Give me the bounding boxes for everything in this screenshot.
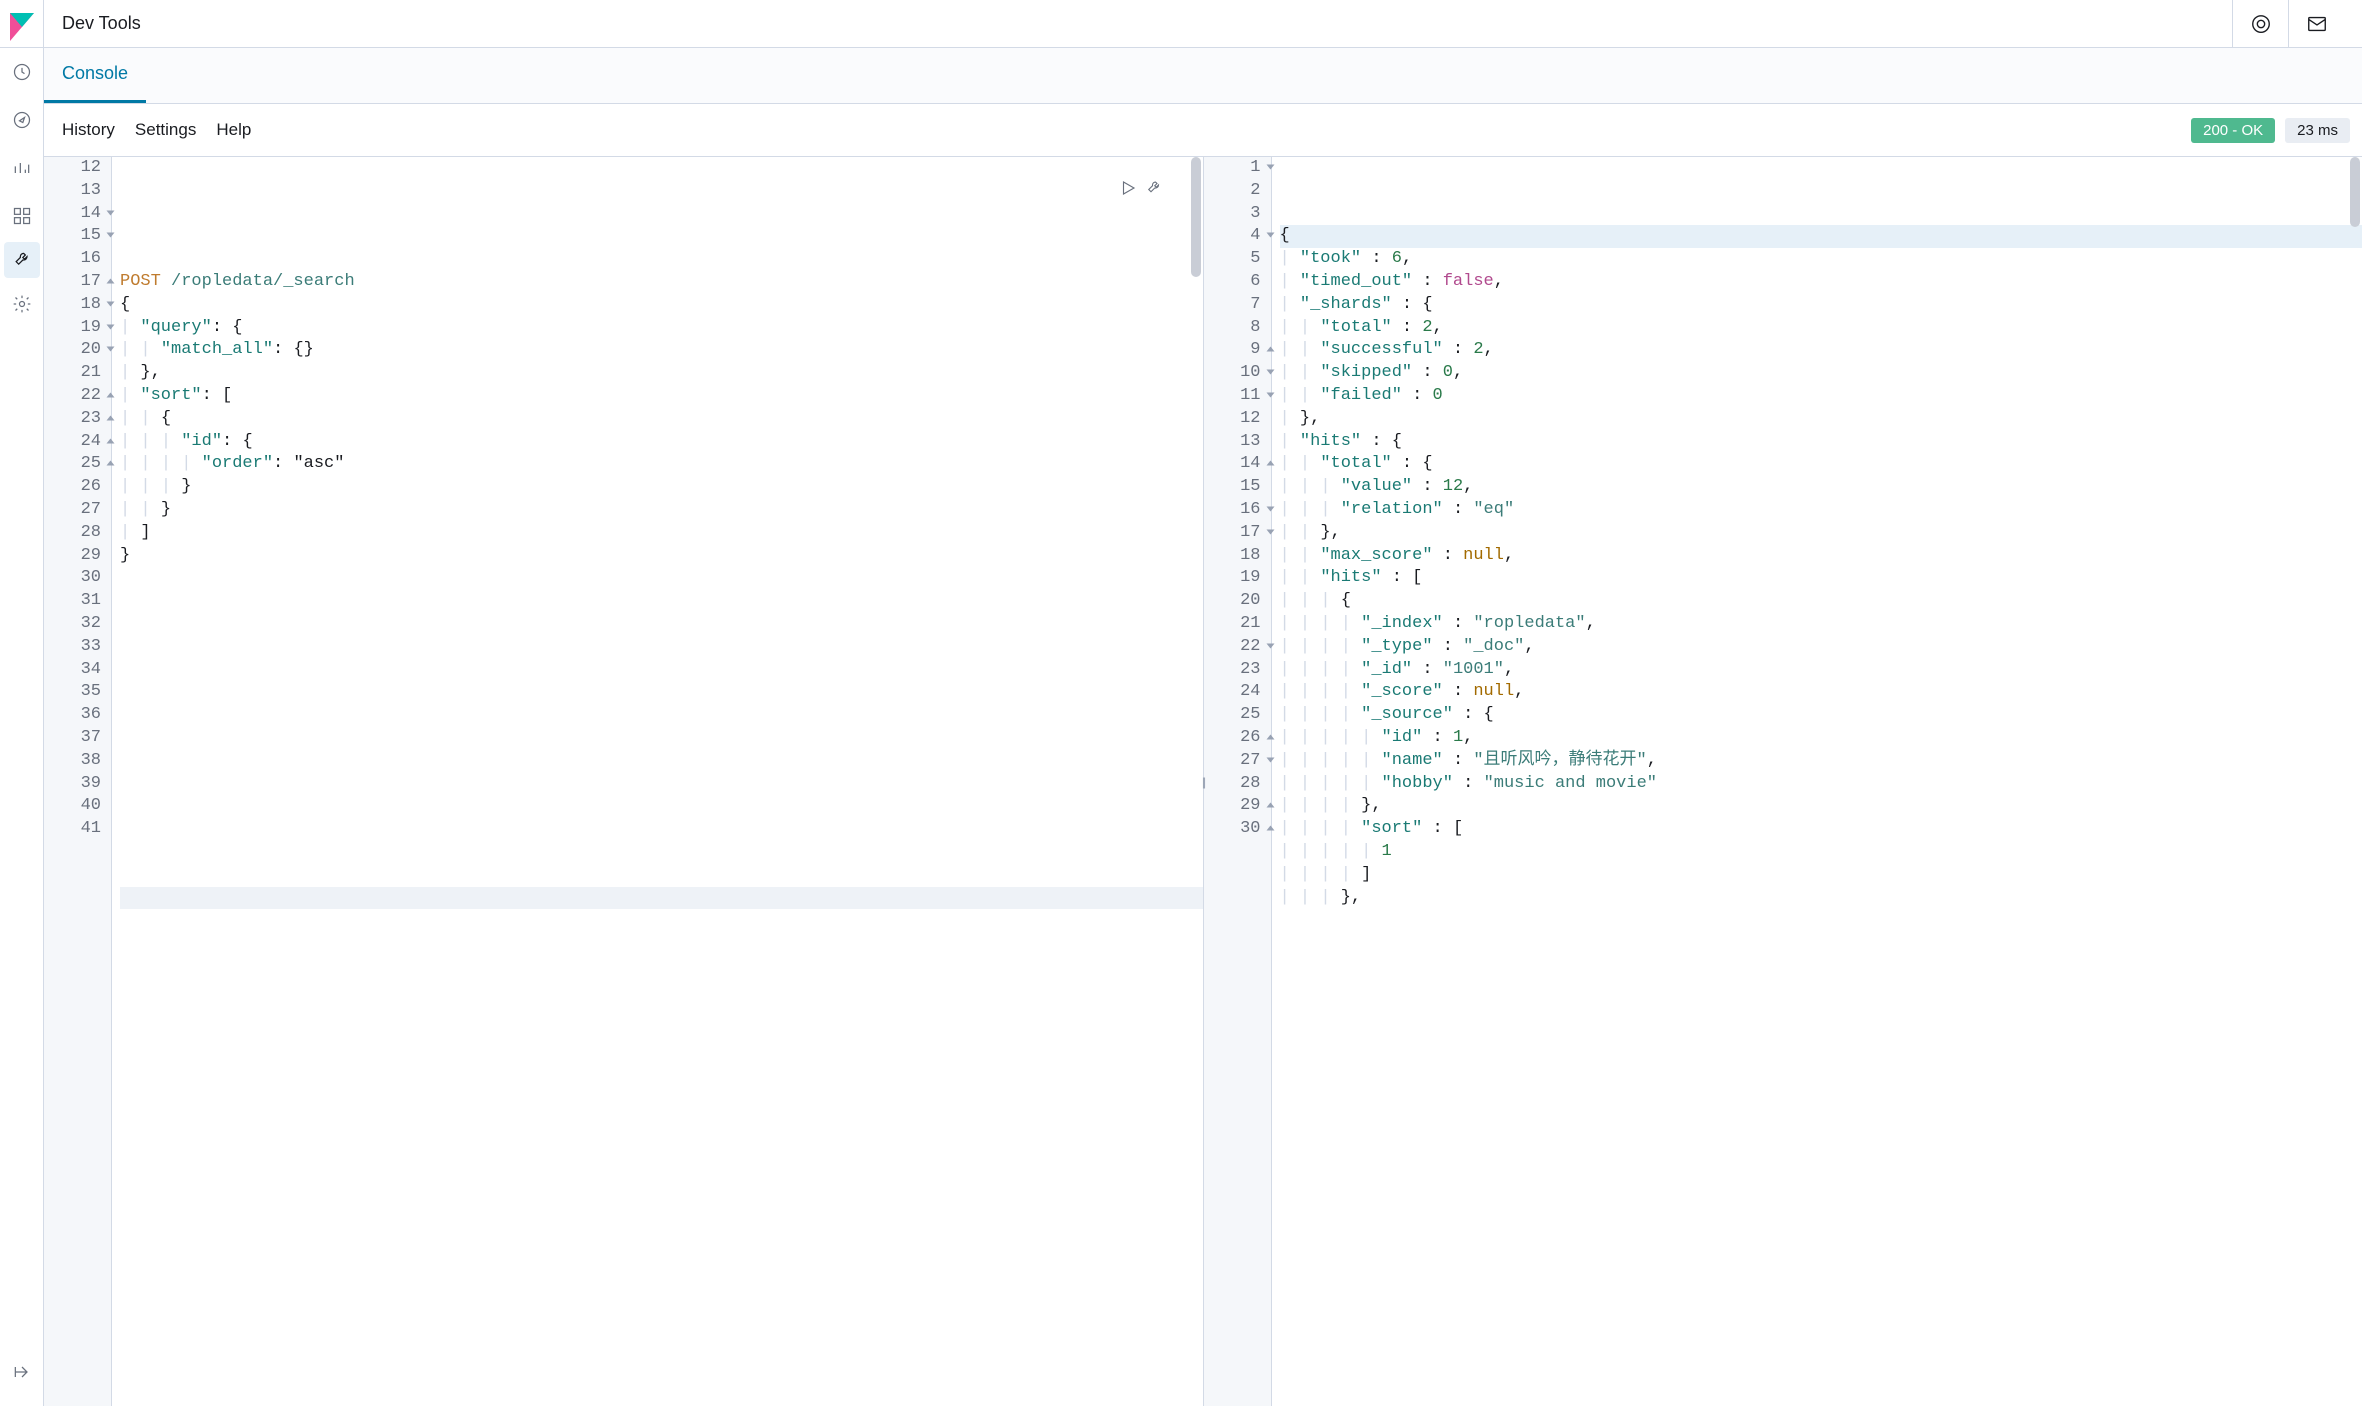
wrench-icon[interactable]: [1145, 179, 1163, 197]
kibana-logo[interactable]: [0, 6, 44, 48]
help-icon[interactable]: [2232, 0, 2288, 48]
toolbar: History Settings Help 200 - OK 23 ms: [44, 104, 2362, 156]
visualize-icon[interactable]: [0, 144, 44, 192]
help-link[interactable]: Help: [216, 120, 251, 140]
request-pane[interactable]: 1213141516171819202122232425262728293031…: [44, 157, 1204, 1406]
scrollbar[interactable]: [1191, 157, 1201, 277]
request-gutter: 1213141516171819202122232425262728293031…: [44, 157, 112, 1406]
tabbar: Console: [44, 48, 2362, 104]
dashboard-icon[interactable]: [0, 192, 44, 240]
devtools-icon[interactable]: [4, 242, 40, 278]
collapse-icon[interactable]: [0, 1348, 44, 1396]
time-badge: 23 ms: [2285, 118, 2350, 143]
run-icon[interactable]: [1119, 179, 1137, 197]
feedback-icon[interactable]: [2288, 0, 2344, 48]
splitter-handle[interactable]: ||: [1202, 775, 1204, 789]
sidebar: [0, 0, 44, 1406]
topbar: Dev Tools: [44, 0, 2362, 48]
recent-icon[interactable]: [0, 48, 44, 96]
response-pane[interactable]: 1234567891011121314151617181920212223242…: [1204, 157, 2362, 1406]
settings-link[interactable]: Settings: [135, 120, 196, 140]
page-title: Dev Tools: [62, 13, 141, 34]
history-link[interactable]: History: [62, 120, 115, 140]
scrollbar[interactable]: [2350, 157, 2360, 227]
response-gutter: 1234567891011121314151617181920212223242…: [1204, 157, 1272, 1406]
tab-console[interactable]: Console: [44, 47, 146, 103]
response-viewer: {| "took" : 6,| "timed_out" : false,| "_…: [1272, 157, 2362, 1406]
request-editor[interactable]: POST /ropledata/_search{| "query": {| | …: [112, 157, 1203, 1406]
discover-icon[interactable]: [0, 96, 44, 144]
management-icon[interactable]: [0, 280, 44, 328]
status-badge: 200 - OK: [2191, 118, 2275, 143]
